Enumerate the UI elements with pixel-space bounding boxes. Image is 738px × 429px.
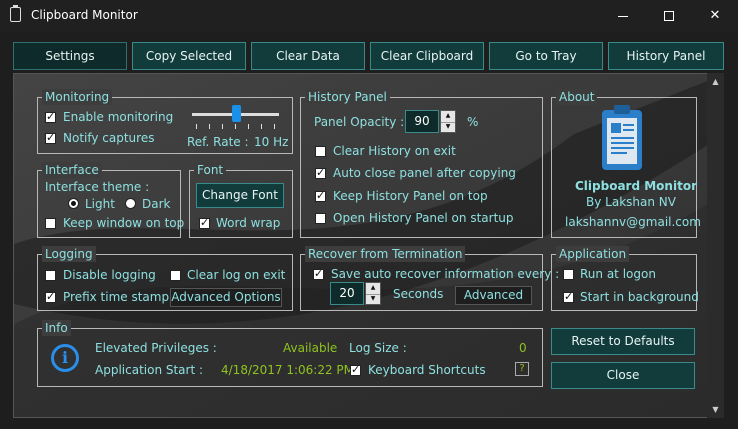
close-window-button[interactable]: ✕ xyxy=(692,0,738,32)
open-history-on-startup-label: Open History Panel on startup xyxy=(333,211,514,225)
history-panel-title: History Panel xyxy=(305,89,390,105)
keep-history-on-top-label: Keep History Panel on top xyxy=(333,189,488,203)
light-theme-label: Light xyxy=(85,197,115,211)
dark-theme-radio[interactable] xyxy=(125,198,136,209)
recover-seconds-stepper[interactable]: ▲ ▼ xyxy=(365,282,381,305)
save-auto-recover-label: Save auto recover information every : xyxy=(331,267,560,281)
slider-tick xyxy=(209,124,210,129)
prefix-time-stamp-label: Prefix time stamp xyxy=(63,290,170,304)
go-to-tray-button[interactable]: Go to Tray xyxy=(489,42,603,70)
open-history-on-startup-checkbox[interactable] xyxy=(315,213,326,224)
recover-title: Recover from Termination xyxy=(305,246,466,262)
keep-history-on-top-checkbox[interactable] xyxy=(315,189,326,203)
keep-window-on-top-checkbox[interactable] xyxy=(45,218,56,229)
change-font-button[interactable]: Change Font xyxy=(196,183,284,208)
title-bar: Clipboard Monitor ✕ xyxy=(0,0,738,32)
slider-thumb[interactable] xyxy=(231,105,241,122)
clipboard-logo-icon xyxy=(602,105,642,170)
word-wrap-checkbox[interactable] xyxy=(199,216,210,230)
refresh-rate-label: Ref. Rate : xyxy=(187,135,249,149)
auto-close-panel-label: Auto close panel after copying xyxy=(333,166,516,180)
about-app-name: Clipboard Monitor xyxy=(575,179,697,193)
application-start-label: Application Start : xyxy=(95,363,204,377)
maximize-button[interactable] xyxy=(646,0,692,32)
refresh-rate-value: 10 Hz xyxy=(254,135,289,149)
history-panel-button[interactable]: History Panel xyxy=(608,42,724,70)
minimize-icon xyxy=(618,16,628,17)
run-at-logon-checkbox[interactable] xyxy=(563,269,574,280)
info-icon: i xyxy=(51,344,79,372)
clear-data-button[interactable]: Clear Data xyxy=(251,42,365,70)
copy-selected-text-button[interactable]: Copy Selected Text xyxy=(132,42,246,89)
log-size-label: Log Size : xyxy=(349,341,407,355)
keyboard-shortcuts-label: Keyboard Shortcuts xyxy=(368,363,486,377)
close-button[interactable]: Close xyxy=(551,362,695,389)
logging-title: Logging xyxy=(42,246,96,262)
panel-opacity-label: Panel Opacity : xyxy=(314,115,405,129)
elevated-privileges-label: Elevated Privileges : xyxy=(95,341,217,355)
slider-tick xyxy=(235,124,236,129)
about-title: About xyxy=(556,89,598,105)
recover-advanced-button[interactable]: Advanced xyxy=(455,286,532,305)
clear-clipboard-button[interactable]: Clear Clipboard xyxy=(370,42,484,70)
font-title: Font xyxy=(194,162,227,178)
settings-tab[interactable]: Settings xyxy=(13,42,127,70)
scroll-up-icon[interactable]: ▲ xyxy=(707,73,724,90)
enable-monitoring-checkbox[interactable] xyxy=(45,110,56,124)
disable-logging-checkbox[interactable] xyxy=(45,270,56,281)
word-wrap-label: Word wrap xyxy=(216,216,281,230)
application-title: Application xyxy=(556,246,630,262)
logging-advanced-options-button[interactable]: Advanced Options xyxy=(170,288,282,307)
clear-history-on-exit-label: Clear History on exit xyxy=(333,144,456,158)
auto-close-panel-checkbox[interactable] xyxy=(315,166,326,180)
prefix-time-stamp-checkbox[interactable] xyxy=(45,290,56,304)
slider-tick xyxy=(248,124,249,129)
clear-history-on-exit-checkbox[interactable] xyxy=(315,146,326,157)
notify-captures-checkbox[interactable] xyxy=(45,131,56,145)
info-group: Info xyxy=(37,320,543,387)
save-auto-recover-checkbox[interactable] xyxy=(313,267,324,281)
monitoring-title: Monitoring xyxy=(42,89,113,105)
stepper-down-icon[interactable]: ▼ xyxy=(366,294,380,305)
about-email[interactable]: lakshannv@gmail.com xyxy=(565,214,701,230)
dark-theme-label: Dark xyxy=(142,197,171,211)
recover-seconds-label: Seconds xyxy=(393,287,444,301)
interface-title: Interface xyxy=(42,162,102,178)
reset-to-defaults-button[interactable]: Reset to Defaults xyxy=(551,328,695,355)
panel-opacity-unit: % xyxy=(467,115,479,129)
run-at-logon-label: Run at logon xyxy=(580,267,656,281)
help-icon[interactable]: ? xyxy=(515,362,529,376)
keyboard-shortcuts-checkbox[interactable] xyxy=(350,363,361,377)
start-in-background-label: Start in background xyxy=(580,290,699,304)
slider-tick xyxy=(261,124,262,129)
keep-window-on-top-label: Keep window on top xyxy=(63,216,185,230)
scroll-down-icon[interactable]: ▼ xyxy=(707,401,724,418)
elevated-privileges-value: Available xyxy=(283,341,338,355)
panel-opacity-input[interactable]: 90 xyxy=(405,110,439,133)
window-title: Clipboard Monitor xyxy=(31,8,138,22)
minimize-button[interactable] xyxy=(600,0,646,32)
close-icon: ✕ xyxy=(709,8,721,23)
clipboard-icon xyxy=(10,5,21,22)
info-title: Info xyxy=(42,320,71,336)
interface-theme-label: Interface theme : xyxy=(45,180,150,194)
start-in-background-checkbox[interactable] xyxy=(563,290,574,304)
about-author: By Lakshan NV xyxy=(586,195,676,209)
slider-tick xyxy=(274,124,275,129)
application-start-value: 4/18/2017 1:06:22 PM xyxy=(221,363,355,377)
enable-monitoring-label: Enable monitoring xyxy=(63,110,174,124)
slider-tick xyxy=(196,124,197,129)
clear-log-on-exit-label: Clear log on exit xyxy=(187,268,286,282)
vertical-scrollbar[interactable]: ▲ ▼ xyxy=(707,73,724,418)
panel-opacity-stepper[interactable]: ▲ ▼ xyxy=(440,110,456,133)
stepper-down-icon[interactable]: ▼ xyxy=(441,122,455,133)
slider-tick xyxy=(222,124,223,129)
light-theme-radio[interactable] xyxy=(68,198,79,209)
recover-seconds-input[interactable]: 20 xyxy=(330,282,364,305)
clear-log-on-exit-checkbox[interactable] xyxy=(170,270,181,281)
notify-captures-label: Notify captures xyxy=(63,131,155,145)
disable-logging-label: Disable logging xyxy=(63,268,156,282)
log-size-value: 0 xyxy=(519,341,527,355)
maximize-icon xyxy=(664,11,674,21)
